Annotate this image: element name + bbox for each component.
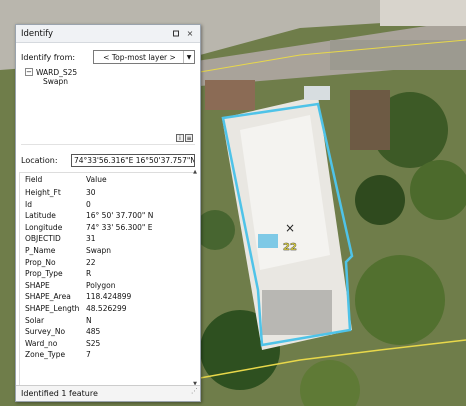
field-value: 118.424899: [86, 292, 132, 302]
field-name: Ward_no: [25, 338, 58, 348]
field-value: 7: [86, 350, 91, 360]
parcel-label: 22: [283, 242, 297, 253]
identify-window: Identify × Identify from: < Top-most lay…: [15, 24, 201, 402]
field-name: Zone_Type: [25, 350, 66, 360]
vertical-scrollbar[interactable]: ▲ ▼: [191, 169, 199, 387]
pin-icon[interactable]: [171, 29, 181, 39]
table-row[interactable]: SHAPE Polygon: [20, 280, 195, 292]
field-value: 16° 50' 37.700" N: [86, 211, 154, 221]
collapse-icon[interactable]: −: [25, 68, 33, 76]
table-row[interactable]: Height_Ft 30: [20, 187, 195, 199]
field-name: Latitude: [25, 211, 56, 221]
field-name: OBJECTID: [25, 234, 61, 244]
grid-header: Field Value: [20, 173, 195, 187]
table-row[interactable]: Prop_No 22: [20, 257, 195, 269]
list-icon[interactable]: ≡: [185, 134, 193, 142]
field-name: P_Name: [25, 245, 56, 255]
table-row[interactable]: Solar N: [20, 315, 195, 327]
table-row[interactable]: Longitude 74° 33' 56.300" E: [20, 222, 195, 234]
field-name: Prop_No: [25, 257, 56, 267]
column-header-field: Field: [25, 175, 43, 184]
table-row[interactable]: P_Name Swapn: [20, 245, 195, 257]
table-row[interactable]: SHAPE_Length 48.526299: [20, 303, 195, 315]
field-name: Longitude: [25, 222, 63, 232]
field-name: Solar: [25, 315, 45, 325]
location-field[interactable]: 74°33'56.316"E 16°50'37.757"N: [71, 153, 195, 167]
field-value: R: [86, 269, 92, 279]
table-row[interactable]: Prop_Type R: [20, 268, 195, 280]
field-value: 74° 33' 56.300" E: [86, 222, 153, 232]
table-row[interactable]: Ward_no S25: [20, 338, 195, 350]
field-name: Id: [25, 199, 32, 209]
field-value: S25: [86, 338, 101, 348]
table-row[interactable]: Id 0: [20, 199, 195, 211]
field-name: Prop_Type: [25, 269, 63, 279]
table-row[interactable]: SHAPE_Area 118.424899: [20, 291, 195, 303]
cursor-marker: ×: [285, 221, 295, 235]
table-row[interactable]: Zone_Type 7: [20, 349, 195, 361]
field-value: 485: [86, 327, 101, 337]
field-name: SHAPE_Area: [25, 292, 71, 302]
tree-feature-item[interactable]: Swapn: [43, 77, 195, 87]
resize-grip-icon[interactable]: ⋰: [191, 384, 198, 399]
field-value: 0: [86, 199, 91, 209]
title-bar[interactable]: Identify ×: [16, 25, 200, 43]
field-name: SHAPE_Length: [25, 303, 80, 313]
tree-layer-label: WARD_S25: [36, 67, 78, 77]
identify-from-value: < Top-most layer >: [103, 52, 176, 62]
field-value: Polygon: [86, 280, 116, 290]
chevron-down-icon[interactable]: ▼: [183, 51, 194, 63]
identify-from-label: Identify from:: [21, 52, 76, 62]
tree-layer-node[interactable]: − WARD_S25: [21, 67, 195, 77]
close-icon[interactable]: ×: [185, 29, 195, 39]
field-value: Swapn: [86, 245, 112, 255]
location-label: Location:: [21, 155, 58, 165]
field-value: 31: [86, 234, 96, 244]
field-name: Height_Ft: [25, 188, 61, 197]
table-row[interactable]: Survey_No 485: [20, 326, 195, 338]
field-name: Survey_No: [25, 327, 66, 337]
field-name: SHAPE: [25, 280, 50, 290]
scroll-up-icon[interactable]: ▲: [191, 169, 199, 175]
table-row[interactable]: Latitude 16° 50' 37.700" N: [20, 210, 195, 222]
attribute-grid: Field Value Height_Ft 30 Id 0 Latitude 16° …: [19, 172, 195, 387]
field-value: N: [86, 315, 92, 325]
window-title: Identify: [21, 28, 54, 39]
identify-from-dropdown[interactable]: < Top-most layer > ▼: [93, 50, 195, 64]
field-value: 22: [86, 257, 96, 267]
tree-tools: i ≡: [175, 134, 193, 142]
field-value: 48.526299: [86, 303, 127, 313]
results-tree: − WARD_S25 Swapn i ≡: [21, 67, 195, 145]
column-header-value: Value: [86, 175, 107, 184]
status-text: Identified 1 feature: [21, 389, 98, 398]
info-icon[interactable]: i: [176, 134, 184, 142]
status-bar: Identified 1 feature ⋰: [16, 385, 200, 401]
field-value: 30: [86, 188, 96, 197]
table-row[interactable]: OBJECTID 31: [20, 233, 195, 245]
